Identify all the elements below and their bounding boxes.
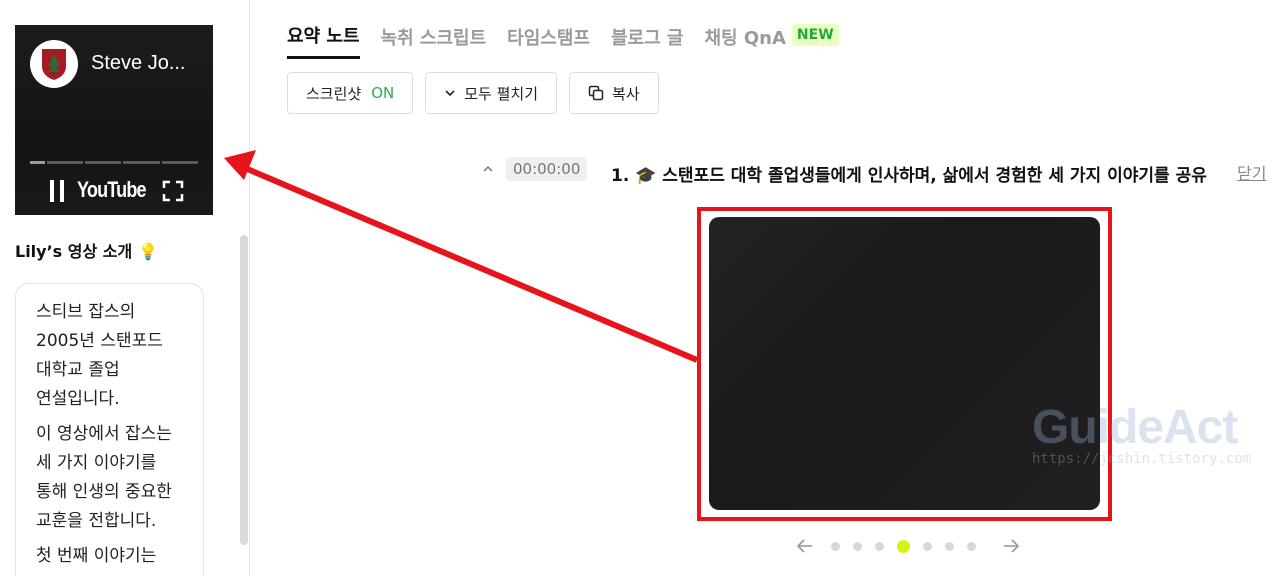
carousel-dot[interactable] bbox=[967, 541, 976, 551]
intro-heading: Lily’s 영상 소개 💡 bbox=[15, 238, 158, 262]
intro-paragraph: 이 영상에서 잡스는 세 가지 이야기를 통해 인생의 중요한 교훈을 전합니다… bbox=[36, 424, 172, 531]
stanford-logo-icon bbox=[30, 40, 78, 88]
section-header: 00:00:00 1. 🎓 스탠포드 대학 졸업생들에게 인사하며, 삶에서 경… bbox=[478, 157, 1278, 186]
carousel-dot[interactable] bbox=[853, 541, 862, 551]
arrow-left-icon[interactable] bbox=[795, 536, 815, 556]
copy-button[interactable]: 복사 bbox=[569, 72, 659, 114]
video-progress-bar[interactable] bbox=[30, 161, 198, 164]
tab-chat-qna-label: 채팅 QnA bbox=[704, 27, 786, 49]
expand-all-label: 모두 펼치기 bbox=[464, 84, 539, 103]
screenshot-toggle-button[interactable]: 스크린샷 ON bbox=[287, 72, 414, 114]
new-badge: NEW bbox=[791, 23, 839, 46]
expand-all-button[interactable]: 모두 펼치기 bbox=[425, 72, 558, 114]
tab-bar: 요약 노트 녹취 스크립트 타임스탬프 블로그 글 채팅 QnA NEW bbox=[287, 22, 860, 59]
sidebar-scrollbar[interactable] bbox=[240, 235, 248, 545]
toolbar: 스크린샷 ON 모두 펼치기 복사 bbox=[287, 72, 671, 114]
video-title: Steve Jo... bbox=[91, 52, 186, 74]
tab-chat-qna[interactable]: 채팅 QnA NEW bbox=[704, 23, 839, 58]
tab-timestamps[interactable]: 타임스탬프 bbox=[507, 24, 590, 58]
carousel-dots bbox=[831, 539, 989, 553]
carousel-dot[interactable] bbox=[875, 541, 884, 551]
watermark: GuideAct https://jcshin.tistory.com bbox=[1032, 400, 1251, 467]
close-link[interactable]: 닫기 bbox=[1237, 160, 1266, 184]
screenshot-carousel bbox=[795, 536, 1021, 556]
section-title: 1. 🎓 스탠포드 대학 졸업생들에게 인사하며, 삶에서 경험한 세 가지 이… bbox=[611, 166, 1207, 186]
lightbulb-icon: 💡 bbox=[138, 242, 159, 261]
copy-label: 복사 bbox=[612, 84, 640, 103]
carousel-dot[interactable] bbox=[831, 541, 840, 551]
screenshot-label: 스크린샷 bbox=[306, 84, 362, 103]
intro-paragraph: 첫 번째 이야기는 bbox=[36, 546, 157, 566]
intro-paragraph: 스티브 잡스의 2005년 스탠포드 대학교 졸업 연설입니다. bbox=[36, 302, 163, 409]
tab-blog-post[interactable]: 블로그 글 bbox=[611, 24, 684, 58]
fullscreen-icon[interactable] bbox=[162, 180, 184, 202]
intro-heading-text: Lily’s 영상 소개 bbox=[15, 242, 133, 261]
watermark-brand: GuideAct bbox=[1032, 401, 1238, 454]
tab-transcript[interactable]: 녹취 스크립트 bbox=[381, 24, 487, 58]
carousel-dot[interactable] bbox=[923, 541, 932, 551]
carousel-dot[interactable] bbox=[945, 541, 954, 551]
copy-icon bbox=[588, 85, 604, 101]
tab-summary-note[interactable]: 요약 노트 bbox=[287, 22, 360, 59]
arrow-right-icon[interactable] bbox=[1001, 536, 1021, 556]
carousel-dot[interactable] bbox=[897, 539, 910, 553]
section-timestamp[interactable]: 00:00:00 bbox=[506, 157, 588, 181]
video-player[interactable]: Steve Jo... YouTube bbox=[15, 25, 213, 215]
youtube-logo[interactable]: YouTube bbox=[77, 177, 147, 203]
watermark-url: https://jcshin.tistory.com bbox=[1032, 451, 1252, 467]
pause-icon[interactable] bbox=[50, 180, 64, 202]
chevron-down-icon bbox=[445, 90, 455, 97]
screenshot-state: ON bbox=[371, 84, 395, 102]
sidebar: Steve Jo... YouTube Lily’s 영상 소개 💡 스티브 잡스… bbox=[0, 0, 250, 576]
intro-card: 스티브 잡스의 2005년 스탠포드 대학교 졸업 연설입니다. 이 영상에서 … bbox=[15, 283, 204, 576]
chevron-up-icon[interactable] bbox=[478, 161, 498, 177]
